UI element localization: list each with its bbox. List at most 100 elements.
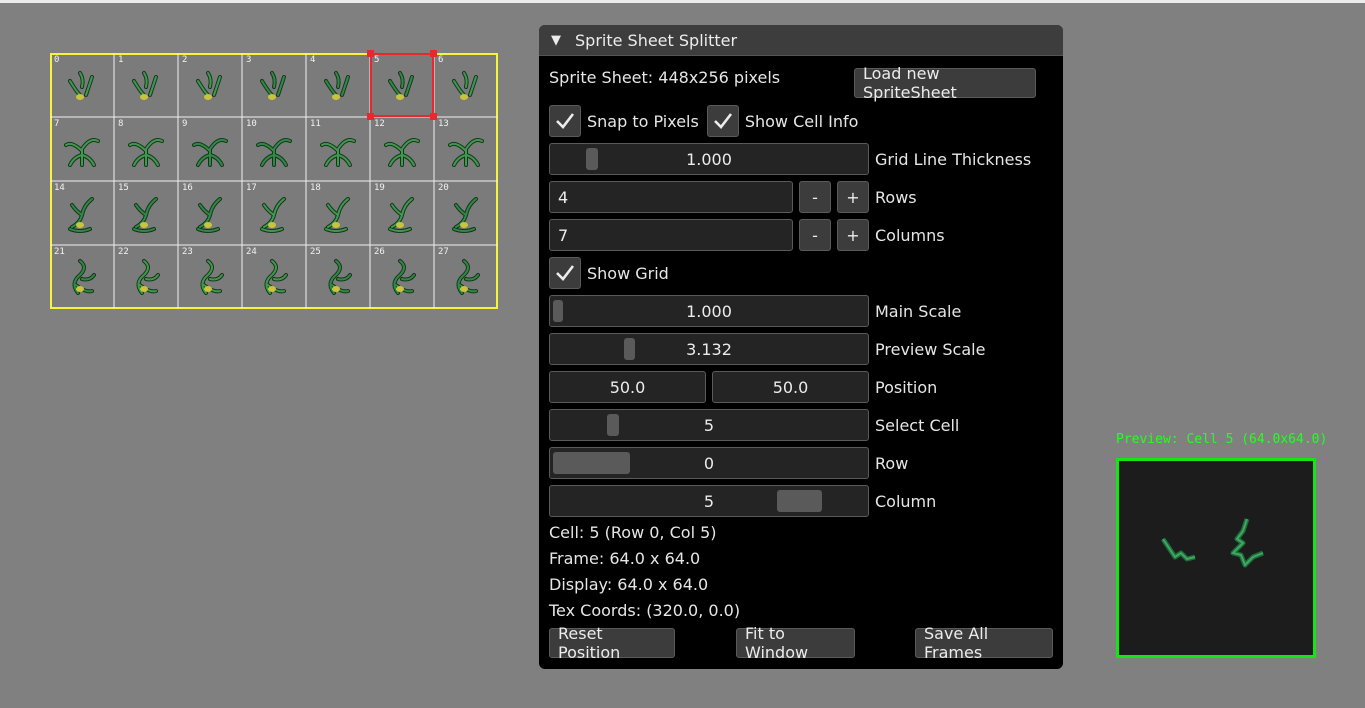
cell-number: 18 bbox=[310, 183, 321, 193]
slider-grab[interactable] bbox=[624, 338, 635, 360]
selected-cell-highlight bbox=[367, 50, 437, 120]
cell-number: 7 bbox=[54, 119, 60, 129]
cell-number: 21 bbox=[54, 247, 65, 257]
sprite-cell[interactable]: 8 bbox=[114, 117, 178, 181]
cell-info-text: Cell: 5 (Row 0, Col 5) bbox=[549, 523, 717, 542]
row-slider[interactable]: 0 bbox=[549, 447, 869, 479]
column-value: 5 bbox=[703, 491, 715, 511]
columns-increment-button[interactable]: + bbox=[837, 219, 869, 251]
cell-number: 26 bbox=[374, 247, 385, 257]
show-cell-info-checkbox[interactable] bbox=[706, 105, 739, 137]
check-icon bbox=[556, 113, 575, 129]
column-slider[interactable]: 5 bbox=[549, 485, 869, 517]
sprite-cell[interactable]: 16 bbox=[178, 181, 242, 245]
cell-number: 14 bbox=[54, 183, 65, 193]
collapse-triangle-icon[interactable]: ▼ bbox=[551, 33, 561, 48]
panel-title: Sprite Sheet Splitter bbox=[575, 30, 738, 50]
sheet-info-text: Sprite Sheet: 448x256 pixels bbox=[549, 68, 781, 87]
row-value: 0 bbox=[703, 453, 715, 473]
preview-sprite bbox=[1160, 518, 1264, 568]
cell-number: 9 bbox=[182, 119, 188, 129]
sprite-cell[interactable]: 14 bbox=[50, 181, 114, 245]
grid-thickness-value: 1.000 bbox=[686, 149, 732, 169]
panel-title-bar[interactable]: ▼ Sprite Sheet Splitter bbox=[539, 25, 1063, 56]
tex-coords-text: Tex Coords: (320.0, 0.0) bbox=[549, 601, 741, 620]
cell-number: 17 bbox=[246, 183, 257, 193]
cell-number: 20 bbox=[438, 183, 449, 193]
preview-label: Preview: Cell 5 (64.0x64.0) bbox=[1116, 432, 1328, 447]
check-icon bbox=[713, 113, 732, 129]
fit-to-window-button[interactable]: Fit to Window bbox=[736, 624, 855, 662]
sprite-cell[interactable]: 27 bbox=[434, 245, 498, 309]
cell-number: 0 bbox=[54, 55, 60, 65]
cell-number: 1 bbox=[118, 55, 124, 65]
cell-number: 13 bbox=[438, 119, 449, 129]
cell-number: 8 bbox=[118, 119, 124, 129]
columns-value: 7 bbox=[558, 225, 569, 245]
sprite-cell[interactable]: 7 bbox=[50, 117, 114, 181]
cell-number: 22 bbox=[118, 247, 129, 257]
slider-grab[interactable] bbox=[586, 148, 598, 170]
row-label: Row bbox=[875, 453, 909, 473]
position-y-value: 50.0 bbox=[772, 377, 809, 397]
rows-increment-button[interactable]: + bbox=[837, 181, 869, 213]
show-grid-checkbox[interactable] bbox=[549, 257, 581, 289]
main-scale-slider[interactable]: 1.000 bbox=[549, 295, 869, 327]
slider-grab[interactable] bbox=[607, 414, 619, 436]
sprite-cell[interactable]: 17 bbox=[242, 181, 306, 245]
sprite-cell[interactable]: 19 bbox=[370, 181, 434, 245]
select-cell-value: 5 bbox=[703, 415, 715, 435]
sprite-cell[interactable]: 10 bbox=[242, 117, 306, 181]
display-info-text: Display: 64.0 x 64.0 bbox=[549, 575, 709, 594]
sprite-cell[interactable]: 25 bbox=[306, 245, 370, 309]
check-icon bbox=[556, 265, 575, 281]
rows-label: Rows bbox=[875, 187, 917, 207]
sprite-cell[interactable]: 2 bbox=[178, 53, 242, 117]
columns-label: Columns bbox=[875, 225, 945, 245]
slider-grab[interactable] bbox=[553, 452, 630, 474]
cell-number: 3 bbox=[246, 55, 252, 65]
sprite-sheet-canvas[interactable]: 0 1 2 3 4 5 6 7 8 9 10 11 12 13 14 15 16 17 18 19 20 21 22 23 24… bbox=[50, 50, 498, 309]
sprite-cell[interactable]: 12 bbox=[370, 117, 434, 181]
sprite-cell[interactable]: 23 bbox=[178, 245, 242, 309]
sprite-cell[interactable]: 4 bbox=[306, 53, 370, 117]
sprite-cell[interactable]: 20 bbox=[434, 181, 498, 245]
sprite-cell[interactable]: 22 bbox=[114, 245, 178, 309]
select-cell-slider[interactable]: 5 bbox=[549, 409, 869, 441]
sprite-cell[interactable]: 26 bbox=[370, 245, 434, 309]
frame-info-text: Frame: 64.0 x 64.0 bbox=[549, 549, 701, 568]
slider-grab[interactable] bbox=[777, 490, 822, 512]
sprite-cell[interactable]: 21 bbox=[50, 245, 114, 309]
grid-thickness-slider[interactable]: 1.000 bbox=[549, 143, 869, 175]
sprite-cell[interactable]: 9 bbox=[178, 117, 242, 181]
snap-to-pixels-label: Snap to Pixels bbox=[587, 111, 699, 131]
preview-scale-slider[interactable]: 3.132 bbox=[549, 333, 869, 365]
cell-number: 10 bbox=[246, 119, 257, 129]
top-edge bbox=[0, 0, 1365, 3]
sprite-cell[interactable]: 24 bbox=[242, 245, 306, 309]
load-spritesheet-button[interactable]: Load new SpriteSheet bbox=[854, 64, 1036, 102]
rows-decrement-button[interactable]: - bbox=[799, 181, 831, 213]
sprite-cell[interactable]: 3 bbox=[242, 53, 306, 117]
sprite-cell[interactable]: 1 bbox=[114, 53, 178, 117]
position-x-input[interactable]: 50.0 bbox=[549, 371, 706, 403]
sprite-cell[interactable]: 0 bbox=[50, 53, 114, 117]
sprite-cell[interactable]: 15 bbox=[114, 181, 178, 245]
columns-input[interactable]: 7 bbox=[549, 219, 793, 251]
sprite-cell[interactable]: 11 bbox=[306, 117, 370, 181]
rows-input[interactable]: 4 bbox=[549, 181, 793, 213]
snap-to-pixels-checkbox[interactable] bbox=[549, 105, 581, 137]
cell-number: 24 bbox=[246, 247, 257, 257]
preview-scale-value: 3.132 bbox=[686, 339, 732, 359]
sprite-cell[interactable]: 6 bbox=[434, 53, 498, 117]
columns-decrement-button[interactable]: - bbox=[799, 219, 831, 251]
sprite-cell[interactable]: 18 bbox=[306, 181, 370, 245]
save-all-frames-button[interactable]: Save All Frames bbox=[915, 624, 1053, 662]
slider-grab[interactable] bbox=[553, 300, 563, 322]
reset-position-button[interactable]: Reset Position bbox=[549, 624, 675, 662]
cell-number: 23 bbox=[182, 247, 193, 257]
sprite-cell[interactable]: 13 bbox=[434, 117, 498, 181]
position-y-input[interactable]: 50.0 bbox=[712, 371, 869, 403]
main-scale-value: 1.000 bbox=[686, 301, 732, 321]
cell-number: 27 bbox=[438, 247, 449, 257]
